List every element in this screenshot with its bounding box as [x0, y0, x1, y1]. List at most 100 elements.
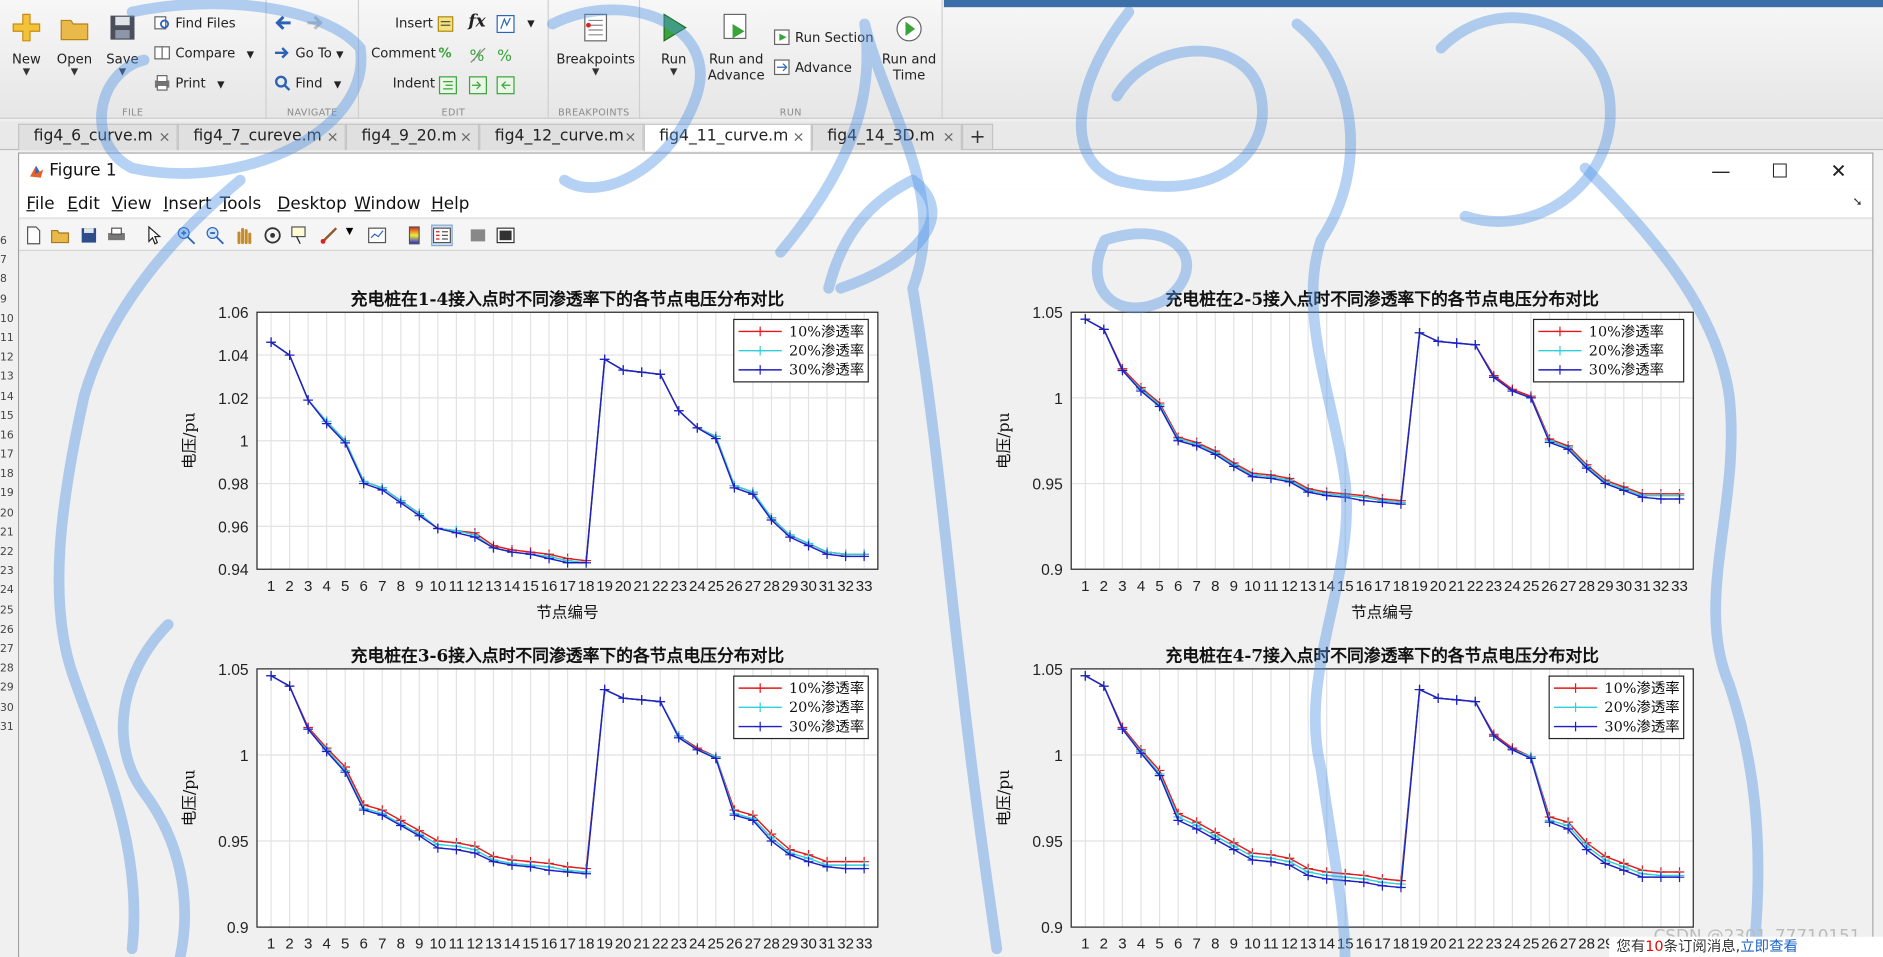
decrease-indent-icon[interactable] — [496, 76, 515, 95]
x-tick-label: 32 — [837, 578, 854, 595]
menu-window[interactable]: Window — [354, 195, 420, 214]
chevron-down-icon: ▼ — [670, 66, 678, 77]
tab-fig4-7-cureve[interactable]: fig4_7_cureve.m × — [177, 123, 346, 151]
notice-view-link[interactable]: 立即查看 — [1740, 938, 1798, 955]
goto-label: Go To — [295, 45, 332, 62]
chevron-down-icon[interactable]: ▼ — [527, 13, 534, 35]
close-icon[interactable]: × — [624, 125, 636, 149]
figure-toolbar: ▼ — [19, 219, 1873, 251]
legend-icon[interactable] — [431, 224, 453, 247]
legend-label: 20%渗透率 — [789, 699, 864, 716]
legend-label: 30%渗透率 — [789, 362, 864, 379]
run-and-advance-button[interactable]: Run and Advance — [707, 0, 765, 83]
y-tick-label: 1 — [1054, 748, 1063, 765]
close-window-icon[interactable]: ✕ — [1827, 160, 1851, 183]
menu-file[interactable]: File — [26, 195, 54, 214]
tab-fig4-6-curve[interactable]: fig4_6_curve.m × — [18, 123, 178, 151]
x-tick-label: 4 — [1137, 936, 1145, 953]
zoom-out-icon[interactable] — [205, 226, 225, 245]
data-cursor-icon[interactable] — [291, 226, 310, 245]
close-icon[interactable]: × — [327, 125, 339, 149]
pan-hand-icon[interactable] — [234, 226, 253, 245]
x-tick-label: 14 — [504, 578, 521, 595]
run-and-time-button[interactable]: Run and Time — [880, 0, 938, 83]
tab-fig4-9-20[interactable]: fig4_9_20.m × — [345, 123, 480, 151]
x-axis-label: 节点编号 — [536, 603, 598, 621]
title-band — [943, 0, 1883, 8]
goto-button[interactable]: Go To ▼ — [274, 43, 343, 65]
wrap-comments-icon[interactable]: % — [496, 46, 515, 65]
run-section-button[interactable]: Run Section — [773, 28, 874, 50]
menu-tools-rest: ools — [227, 194, 262, 214]
comment-percent-icon[interactable]: % — [438, 43, 451, 65]
x-tick-label: 16 — [1355, 578, 1372, 595]
tab-fig4-14-3d[interactable]: fig4_14_3D.m × — [811, 123, 962, 151]
new-figure-icon[interactable] — [24, 226, 43, 245]
pointer-icon[interactable] — [144, 225, 163, 245]
menu-edit[interactable]: Edit — [67, 195, 100, 214]
editor-tabs: fig4_6_curve.m × fig4_7_cureve.m × fig4_9_… — [0, 121, 1883, 152]
x-tick-label: 17 — [1374, 936, 1391, 953]
close-icon[interactable]: × — [793, 125, 805, 149]
hide-plot-tools-icon[interactable] — [468, 226, 487, 245]
menu-desktop[interactable]: Desktop — [277, 195, 346, 214]
forward-arrow-icon[interactable] — [305, 13, 324, 32]
menu-help[interactable]: Help — [431, 195, 469, 214]
uncomment-icon[interactable]: % — [468, 46, 487, 65]
new-tab-button[interactable]: + — [961, 123, 994, 151]
find-button[interactable]: Find ▼ — [274, 73, 341, 95]
menu-tools[interactable]: Tools — [220, 195, 261, 214]
run-label: Run — [661, 51, 687, 68]
compare-button[interactable]: Compare ▼ — [154, 43, 254, 65]
close-icon[interactable]: × — [460, 125, 472, 149]
maximize-icon[interactable]: ☐ — [1768, 160, 1792, 183]
smart-indent-icon[interactable] — [438, 76, 457, 95]
open-file-icon[interactable] — [50, 226, 70, 245]
line-number: 13 — [0, 371, 14, 384]
open-button[interactable]: Open ▼ — [52, 0, 98, 77]
menu-help-rest: elp — [443, 194, 470, 214]
x-tick-label: 18 — [578, 936, 595, 953]
save-figure-icon[interactable] — [79, 226, 98, 245]
insert-section-icon[interactable] — [436, 14, 455, 33]
printer-icon — [154, 75, 170, 91]
back-arrow-icon[interactable] — [274, 13, 293, 32]
print-figure-icon[interactable] — [107, 226, 126, 245]
brush-icon[interactable] — [319, 226, 338, 245]
breakpoints-button[interactable]: Breakpoints ▼ — [554, 0, 638, 77]
save-button[interactable]: Save ▼ — [100, 0, 146, 77]
x-tick-label: 16 — [541, 578, 558, 595]
link-plot-icon[interactable] — [367, 226, 387, 245]
colorbar-icon[interactable] — [405, 226, 424, 245]
advance-button[interactable]: Advance — [773, 58, 852, 80]
menu-view[interactable]: View — [112, 195, 152, 214]
show-plot-tools-icon[interactable] — [496, 226, 515, 245]
insert-function-icon[interactable] — [496, 14, 515, 34]
line-number: 21 — [0, 526, 14, 539]
run-button[interactable]: Run ▼ — [651, 0, 697, 77]
matlab-logo-icon — [30, 165, 44, 178]
print-button[interactable]: Print ▼ — [154, 73, 225, 95]
increase-indent-icon[interactable] — [468, 76, 487, 95]
x-tick-label: 18 — [1393, 936, 1410, 953]
fx-button[interactable]: fx — [468, 11, 485, 33]
menu-insert[interactable]: Insert — [163, 195, 211, 214]
y-tick-label: 1 — [240, 434, 249, 451]
close-icon[interactable]: × — [943, 125, 955, 149]
tab-fig4-11-curve[interactable]: fig4_11_curve.m × — [643, 123, 812, 152]
x-tick-label: 10 — [1244, 578, 1261, 595]
find-files-button[interactable]: Find Files — [154, 13, 236, 35]
x-tick-label: 8 — [397, 936, 405, 953]
tab-fig4-12-curve[interactable]: fig4_12_curve.m × — [479, 123, 644, 151]
close-icon[interactable]: × — [158, 125, 170, 149]
zoom-in-icon[interactable] — [177, 226, 196, 245]
run-time-label-1: Run and — [881, 51, 937, 68]
chevron-down-icon[interactable]: ▼ — [346, 226, 353, 237]
menu-mnemonic: D — [277, 194, 291, 214]
rotate-3d-icon[interactable] — [263, 226, 282, 245]
subscription-notice[interactable]: 您有10条订阅消息,立即查看 — [1609, 936, 1883, 957]
dock-arrow-icon[interactable]: ➘ — [1853, 196, 1863, 209]
minimize-icon[interactable]: — — [1709, 160, 1733, 183]
legend-label: 20%渗透率 — [789, 342, 864, 359]
new-button[interactable]: New ▼ — [4, 0, 50, 77]
